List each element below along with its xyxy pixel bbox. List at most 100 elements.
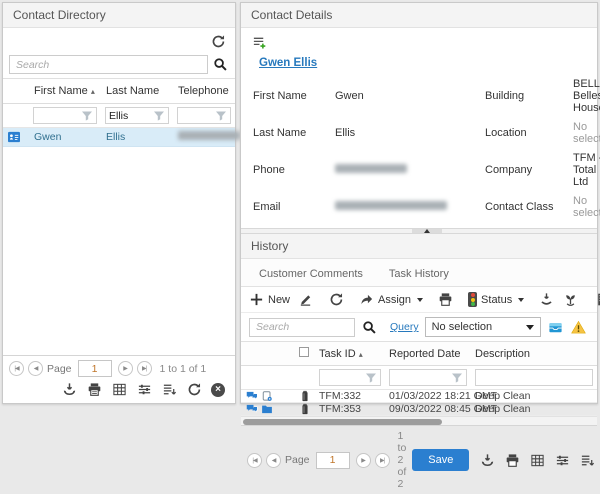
column-header-first-name[interactable]: First Name ▴ xyxy=(29,79,101,103)
history-footer-toolbar: × xyxy=(479,452,600,469)
field-label: Building xyxy=(485,90,573,102)
field-value: No selection xyxy=(573,121,600,145)
print-icon[interactable] xyxy=(504,452,521,469)
refresh-icon[interactable] xyxy=(328,291,345,308)
contact-directory-panel: Contact Directory First Name ▴ Last Name… xyxy=(2,2,236,404)
last-name-filter[interactable] xyxy=(105,107,169,124)
last-page-button[interactable]: ▶| xyxy=(375,453,390,468)
assign-button-label: Assign xyxy=(378,294,411,306)
print-icon[interactable] xyxy=(437,291,454,308)
close-icon[interactable]: × xyxy=(211,383,225,397)
contact-fields: First Name Gwen Building BELL - Bellesdu… xyxy=(241,71,597,228)
search-input[interactable] xyxy=(9,55,208,74)
sprout-icon[interactable] xyxy=(562,291,579,308)
select-all-checkbox[interactable] xyxy=(295,342,315,365)
column-header-last-name[interactable]: Last Name xyxy=(101,79,173,103)
query-link[interactable]: Query xyxy=(390,321,419,333)
page-input[interactable] xyxy=(316,452,350,469)
task-row[interactable]: TFM:332 01/03/2022 18:21 GMT Deep Clean xyxy=(241,390,597,403)
chat-bubbles-icon[interactable] xyxy=(246,390,258,402)
status-button[interactable]: Status xyxy=(468,292,524,307)
column-header-task-id[interactable]: Task ID ▴ xyxy=(315,343,385,365)
folder-icon[interactable] xyxy=(261,403,273,415)
export-icon[interactable] xyxy=(61,381,78,398)
funnel-icon[interactable] xyxy=(153,110,165,122)
building-icon[interactable] xyxy=(593,291,600,308)
funnel-icon[interactable] xyxy=(451,372,463,384)
next-page-button[interactable]: ▶ xyxy=(356,453,371,468)
panel-splitter[interactable] xyxy=(241,228,597,234)
telephone-filter[interactable] xyxy=(177,107,231,124)
list-sort-icon[interactable] xyxy=(579,452,596,469)
filter-sliders-icon[interactable] xyxy=(554,452,571,469)
query-select[interactable]: No selection xyxy=(425,317,541,337)
mail-inbox-icon[interactable] xyxy=(547,319,564,336)
tab-task-history[interactable]: Task History xyxy=(379,265,459,286)
chat-bubbles-icon[interactable] xyxy=(246,403,258,415)
assign-button[interactable]: Assign xyxy=(359,292,423,307)
tab-customer-comments[interactable]: Customer Comments xyxy=(249,265,373,286)
column-header-icon xyxy=(3,85,29,97)
cell-description: Deep Clean xyxy=(471,403,597,415)
last-page-button[interactable]: ▶| xyxy=(137,361,152,376)
search-icon[interactable] xyxy=(212,56,229,73)
list-add-icon[interactable] xyxy=(251,34,268,51)
search-icon[interactable] xyxy=(361,319,378,336)
contact-name-link[interactable]: Gwen Ellis xyxy=(259,57,597,69)
page-input[interactable] xyxy=(78,360,112,377)
grid-icon[interactable] xyxy=(529,452,546,469)
search-input[interactable] xyxy=(249,318,355,337)
history-toolbar: New Assign Status xyxy=(241,287,597,313)
directory-pagination: |◀ ◀ Page ▶ ▶| 1 to 1 of 1 xyxy=(9,360,229,377)
first-page-button[interactable]: |◀ xyxy=(9,361,24,376)
grid-icon[interactable] xyxy=(111,381,128,398)
panel-title: Contact Details xyxy=(241,3,597,28)
column-header-telephone[interactable]: Telephone xyxy=(173,79,235,103)
next-page-button[interactable]: ▶ xyxy=(118,361,133,376)
new-button[interactable]: New xyxy=(249,292,290,307)
filter-sliders-icon[interactable] xyxy=(136,381,153,398)
funnel-icon[interactable] xyxy=(215,110,227,122)
save-button[interactable]: Save xyxy=(412,449,469,471)
list-sort-icon[interactable] xyxy=(161,381,178,398)
cell-last-name: Ellis xyxy=(101,131,173,143)
contact-row[interactable]: Gwen Ellis xyxy=(3,128,235,147)
document-badge-icon[interactable] xyxy=(261,390,273,402)
reported-date-filter[interactable] xyxy=(389,369,467,386)
prev-page-button[interactable]: ◀ xyxy=(266,453,281,468)
column-header-reported-date[interactable]: Reported Date xyxy=(385,343,471,365)
redacted-phone xyxy=(335,164,407,173)
cell-description: Deep Clean xyxy=(471,390,597,402)
field-label: Last Name xyxy=(253,127,335,139)
field-label: First Name xyxy=(253,90,335,102)
splitter-collapse-handle[interactable] xyxy=(412,229,442,233)
pencil-icon[interactable] xyxy=(297,291,314,308)
cell-first-name: Gwen xyxy=(29,131,101,143)
field-value: TFM - Total FM Ltd xyxy=(573,152,600,188)
field-value: No selection xyxy=(573,195,600,219)
page-label: Page xyxy=(285,454,310,466)
refresh-icon[interactable] xyxy=(210,33,227,50)
column-header-description[interactable]: Description xyxy=(471,343,597,365)
sort-asc-icon: ▴ xyxy=(91,87,95,96)
description-filter[interactable] xyxy=(475,369,593,386)
scrollbar-thumb[interactable] xyxy=(243,419,442,425)
history-search-row: Query No selection xyxy=(241,313,597,341)
funnel-icon[interactable] xyxy=(81,110,93,122)
prev-page-button[interactable]: ◀ xyxy=(28,361,43,376)
task-id-filter[interactable] xyxy=(319,369,381,386)
print-icon[interactable] xyxy=(86,381,103,398)
field-label: Company xyxy=(485,164,573,176)
export-icon[interactable] xyxy=(479,452,496,469)
warning-icon[interactable] xyxy=(570,319,587,336)
first-page-button[interactable]: |◀ xyxy=(247,453,262,468)
horizontal-scrollbar[interactable] xyxy=(241,416,597,425)
hand-receive-icon[interactable] xyxy=(538,291,555,308)
first-name-filter[interactable] xyxy=(33,107,97,124)
funnel-icon[interactable] xyxy=(365,372,377,384)
contact-details-panel: Contact Details Gwen Ellis First Name Gw… xyxy=(240,2,598,404)
new-button-label: New xyxy=(268,294,290,306)
cell-task-id: TFM:353 xyxy=(315,403,385,415)
refresh-icon[interactable] xyxy=(186,381,203,398)
device-icon xyxy=(299,403,311,415)
